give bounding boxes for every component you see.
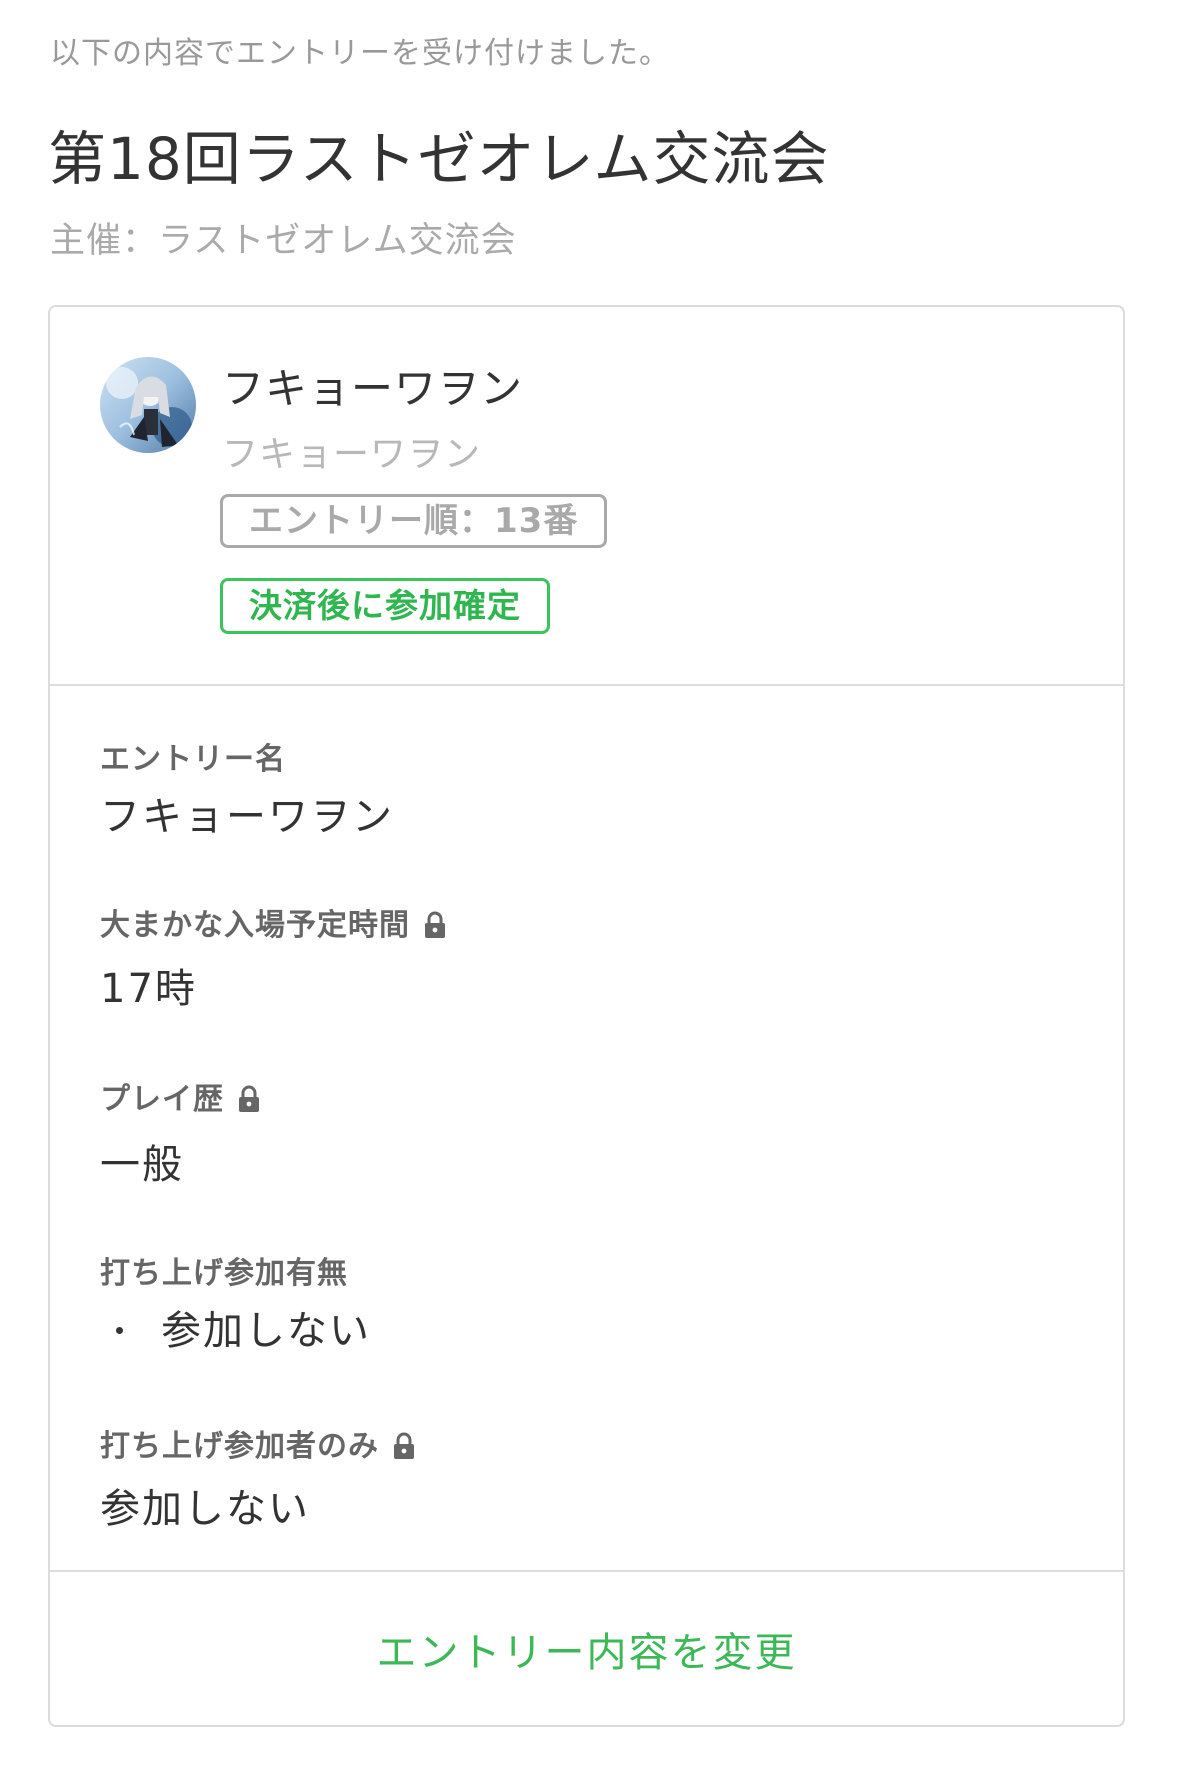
field-label-text: エントリー名 [100, 742, 286, 777]
edit-entry-button[interactable]: エントリー内容を変更 [377, 1620, 797, 1678]
event-organizer: 主催：ラストゼオレム交流会 [50, 221, 517, 261]
field-value-afterparty: 参加しない [116, 1298, 371, 1356]
field-label-text: 打ち上げ参加者のみ [100, 1429, 379, 1464]
field-label-text: プレイ歴 [100, 1082, 224, 1117]
field-label-arrival-time: 大まかな入場予定時間 [100, 900, 446, 947]
field-label-play-history: プレイ歴 [100, 1074, 260, 1121]
field-value-arrival-time: 17時 [100, 966, 197, 1012]
field-value-entry-name: フキョーワヲン [100, 794, 394, 840]
card-footer: エントリー内容を変更 [50, 1570, 1123, 1725]
entry-card: フキョーワヲン フキョーワヲン エントリー順：13番 決済後に参加確定 エントリ… [48, 305, 1125, 1727]
status-badge: 決済後に参加確定 [220, 578, 550, 634]
entry-order-badge: エントリー順：13番 [220, 494, 608, 548]
bullet-text: 参加しない [161, 1308, 371, 1354]
entry-received-notice: 以下の内容でエントリーを受け付けました。 [50, 36, 670, 71]
field-value-play-history: 一般 [100, 1142, 184, 1188]
avatar [100, 357, 196, 453]
lock-icon [393, 1432, 415, 1468]
field-label-afterparty-only: 打ち上げ参加者のみ [100, 1421, 415, 1468]
field-label-text: 打ち上げ参加有無 [100, 1256, 348, 1291]
entry-confirmation-page: 以下の内容でエントリーを受け付けました。 第18回ラストゼオレム交流会 主催：ラ… [0, 0, 1179, 1777]
avatar-image [100, 357, 196, 453]
entry-profile-section: フキョーワヲン フキョーワヲン エントリー順：13番 決済後に参加確定 [50, 307, 1123, 686]
field-label-text: 大まかな入場予定時間 [100, 908, 410, 943]
account-name: フキョーワヲン [222, 434, 482, 475]
event-title: 第18回ラストゼオレム交流会 [48, 125, 830, 193]
bullet-dot [116, 1326, 123, 1334]
field-value-afterparty-only: 参加しない [100, 1486, 310, 1532]
field-label-afterparty: 打ち上げ参加有無 [100, 1248, 348, 1292]
display-name: フキョーワヲン [222, 364, 524, 413]
lock-icon [424, 911, 446, 947]
lock-icon [238, 1085, 260, 1121]
field-label-entry-name: エントリー名 [100, 734, 286, 778]
